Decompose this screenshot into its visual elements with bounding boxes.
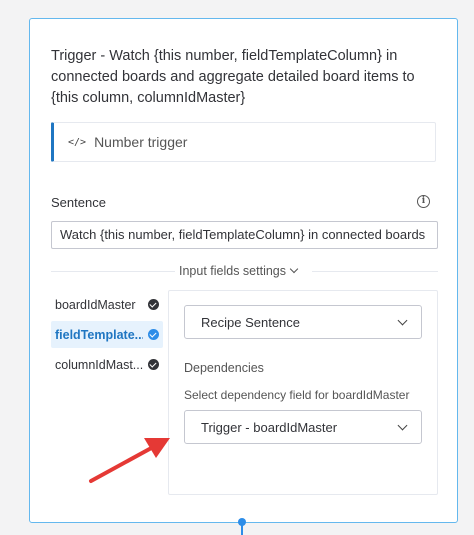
chevron-down-icon <box>397 420 408 431</box>
recipe-title: Trigger - Watch {this number, fieldTempl… <box>51 48 415 106</box>
sentence-input[interactable]: Watch {this number, fieldTemplateColumn}… <box>51 221 438 249</box>
input-fields-settings-toggle[interactable]: Input fields settings <box>179 263 299 279</box>
sentence-label: Sentence <box>51 195 106 210</box>
code-icon: </> <box>68 136 87 148</box>
dependency-prompt: Select dependency field for boardIdMaste… <box>184 388 410 402</box>
input-fields-settings-label: Input fields settings <box>179 264 287 278</box>
info-icon[interactable]: i <box>417 195 430 208</box>
dependency-dropdown[interactable]: Trigger - boardIdMaster <box>184 410 422 444</box>
chevron-down-icon <box>397 315 408 326</box>
check-circle-icon <box>148 299 159 310</box>
recipe-card: Trigger - Watch {this number, fieldTempl… <box>29 18 458 523</box>
connector-dot[interactable] <box>238 518 246 526</box>
check-circle-icon <box>148 329 159 340</box>
trigger-label: Number trigger <box>94 134 188 150</box>
field-item-label: fieldTemplate... <box>55 327 143 342</box>
field-list: boardIdMaster fieldTemplate... columnIdM… <box>51 291 163 381</box>
field-item-boardidmaster[interactable]: boardIdMaster <box>51 291 163 318</box>
check-circle-icon <box>148 359 159 370</box>
dependencies-title: Dependencies <box>184 361 264 375</box>
chevron-down-icon <box>289 264 299 274</box>
dependency-dropdown-value: Trigger - boardIdMaster <box>201 419 338 435</box>
field-item-label: columnIdMast... <box>55 357 143 372</box>
divider <box>51 271 175 272</box>
source-dropdown-value: Recipe Sentence <box>201 314 301 330</box>
divider <box>312 271 438 272</box>
source-dropdown[interactable]: Recipe Sentence <box>184 305 422 339</box>
field-item-fieldtemplate[interactable]: fieldTemplate... <box>51 321 163 348</box>
field-settings-panel: Recipe Sentence Dependencies Select depe… <box>168 290 438 495</box>
field-item-columnidmaster[interactable]: columnIdMast... <box>51 351 163 378</box>
trigger-box[interactable]: </> Number trigger <box>51 122 436 162</box>
field-item-label: boardIdMaster <box>55 297 136 312</box>
